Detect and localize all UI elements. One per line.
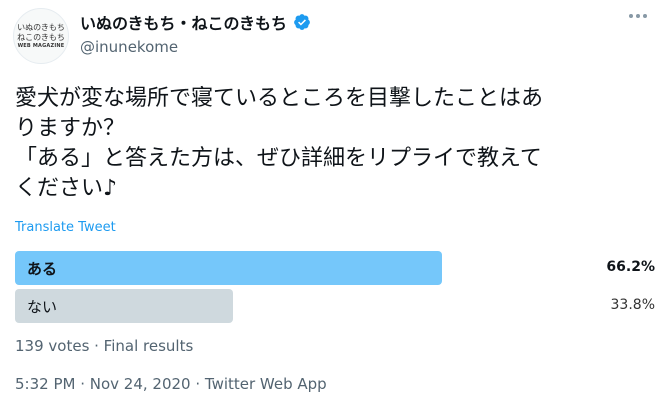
- avatar[interactable]: いぬのきもち ねこのきもち WEB MAGAZINE: [13, 8, 69, 64]
- tweet-line: りますか？: [15, 116, 126, 141]
- tweet-line: 「ある」と答えた方は、ぜひ詳細をリプライで教えて: [15, 146, 542, 171]
- verified-badge-icon: [294, 14, 310, 30]
- display-name[interactable]: いぬのきもち・ねこのきもち: [80, 10, 311, 34]
- poll-option: ある 66.2%: [15, 251, 655, 285]
- poll-option-label: ある: [27, 260, 58, 278]
- avatar-text-line-2: ねこのきもち: [17, 32, 65, 42]
- tweet-line: ください♪: [15, 176, 118, 201]
- user-handle[interactable]: @inunekome: [80, 38, 178, 56]
- avatar-text-line-1: いぬのきもち: [17, 22, 65, 32]
- poll-bar: [15, 251, 442, 285]
- avatar-text-line-3: WEB MAGAZINE: [17, 42, 65, 49]
- poll-option-percent: 33.8%: [610, 297, 655, 313]
- more-dots-icon[interactable]: [629, 14, 647, 18]
- poll-option-percent: 66.2%: [606, 259, 655, 275]
- poll-results-meta: 139 votes · Final results: [15, 337, 194, 355]
- poll-option-label: ない: [27, 298, 58, 316]
- display-name-text: いぬのきもち・ねこのきもち: [80, 14, 288, 33]
- translate-tweet-link[interactable]: Translate Tweet: [15, 220, 116, 235]
- tweet-text: 愛犬が変な場所で寝ているところを目撃したことはあ りますか？ 「ある」と答えた方…: [15, 84, 655, 204]
- tweet-timestamp[interactable]: 5:32 PM · Nov 24, 2020 · Twitter Web App: [15, 375, 327, 393]
- tweet-line: 愛犬が変な場所で寝ているところを目撃したことはあ: [15, 86, 544, 111]
- poll-option: ない 33.8%: [15, 289, 655, 323]
